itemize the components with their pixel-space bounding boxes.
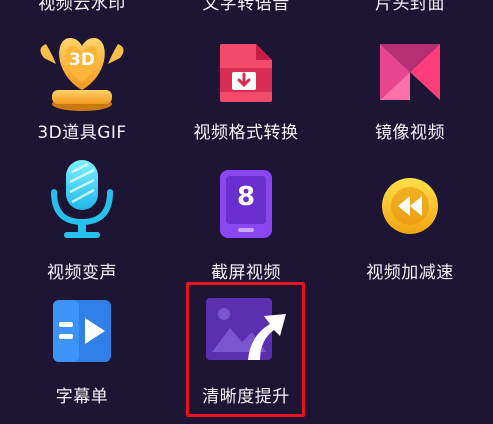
subtitle-play-icon xyxy=(51,296,113,366)
tool-subtitle-list[interactable]: 字幕单 xyxy=(0,288,164,420)
mirror-icon xyxy=(378,42,442,102)
microphone-icon xyxy=(42,158,122,240)
phone-screen-icon: 8 xyxy=(218,168,274,240)
tool-label: 字幕单 xyxy=(55,387,109,407)
highlight-box xyxy=(186,282,305,417)
tool-label: 视频变声 xyxy=(47,263,117,283)
3d-badge-text: 3D xyxy=(69,50,95,70)
tool-mirror-video[interactable]: 镜像视频 xyxy=(328,22,492,154)
tool-label: 视频加减速 xyxy=(366,263,454,283)
screen-number-text: 8 xyxy=(236,182,256,212)
tool-label: 文字转语音 xyxy=(202,0,290,14)
tool-label: 视频格式转换 xyxy=(193,123,299,143)
rewind-icon xyxy=(380,176,440,236)
3d-heart-trophy-icon: 3D xyxy=(34,28,130,114)
tool-voice-changer[interactable]: 视频变声 xyxy=(0,154,164,286)
tool-label: 片头封面 xyxy=(375,0,445,14)
tool-3d-prop-gif[interactable]: 3D 3D道具GIF xyxy=(0,22,164,154)
tool-video-speed[interactable]: 视频加减速 xyxy=(328,154,492,286)
tool-label: 截屏视频 xyxy=(211,263,281,283)
tool-label: 视频云水印 xyxy=(38,0,126,14)
tool-screen-record[interactable]: 8 截屏视频 xyxy=(164,154,328,286)
tool-label: 3D道具GIF xyxy=(37,123,127,143)
tool-video-format-convert[interactable]: 视频格式转换 xyxy=(164,22,328,154)
file-download-icon xyxy=(218,42,274,104)
tool-label: 镜像视频 xyxy=(375,123,445,143)
